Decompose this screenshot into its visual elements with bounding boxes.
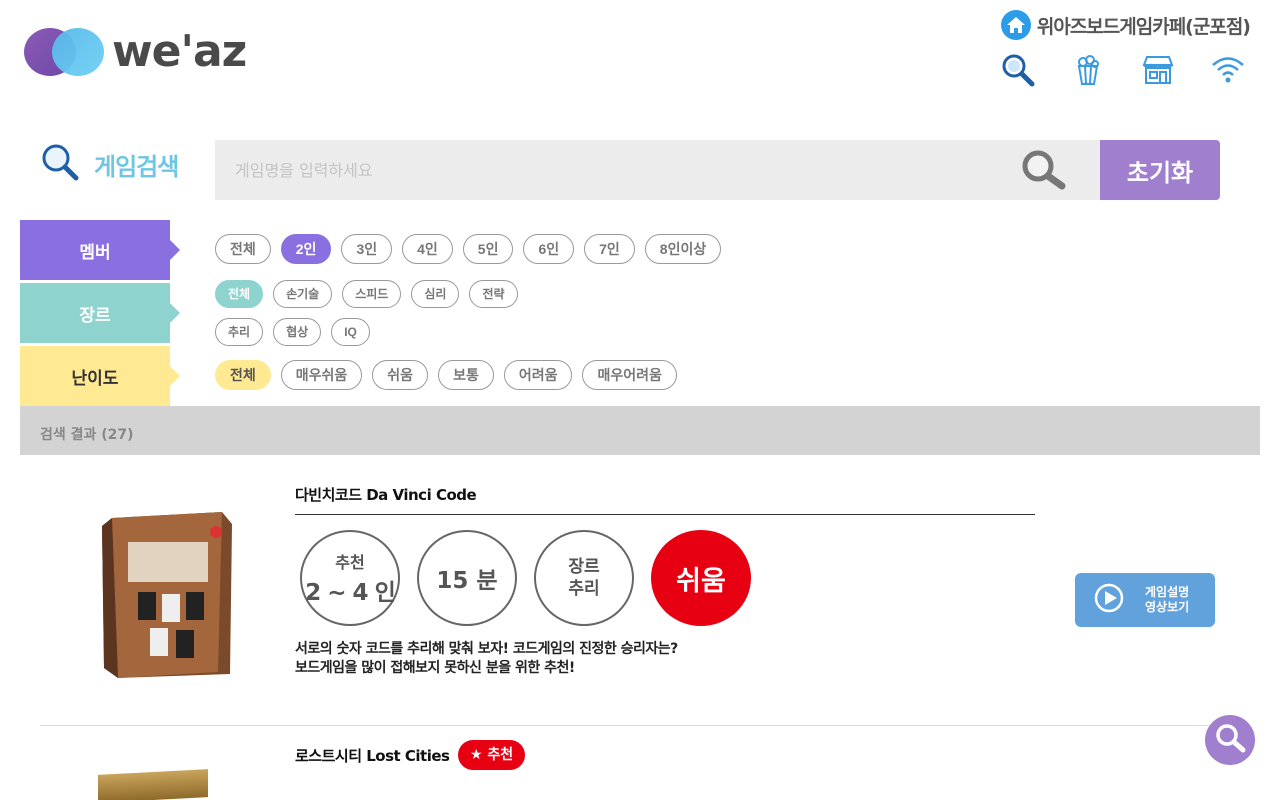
level-value: 쉬움 xyxy=(676,565,726,597)
search-icon[interactable] xyxy=(1000,52,1036,88)
genre-option-psychology[interactable]: 심리 xyxy=(411,280,460,308)
video-button[interactable]: 게임설명 영상보기 xyxy=(1075,573,1215,627)
game-box-image[interactable] xyxy=(98,769,208,800)
magnifier-icon xyxy=(40,142,80,186)
logo-text: we'az xyxy=(112,26,247,77)
time-badge: 15 분 xyxy=(417,530,517,626)
genre-option-strategy[interactable]: 전략 xyxy=(469,280,518,308)
level-option-very-hard[interactable]: 매우어려움 xyxy=(582,360,677,390)
member-option-4[interactable]: 4인 xyxy=(402,234,453,264)
popcorn-icon[interactable] xyxy=(1070,52,1106,88)
genre-options-row2: 추리 협상 IQ xyxy=(215,318,370,346)
member-option-8plus[interactable]: 8인이상 xyxy=(644,234,722,264)
game-box-image[interactable] xyxy=(98,512,236,680)
recommend-badge: ★ 추천 xyxy=(458,740,526,770)
genre-option-deduction[interactable]: 추리 xyxy=(215,318,264,346)
search-submit-icon[interactable] xyxy=(1016,148,1072,192)
result-count: 검색 결과 (27) xyxy=(20,406,1260,455)
reset-button[interactable]: 초기화 xyxy=(1100,140,1220,200)
member-option-6[interactable]: 6인 xyxy=(523,234,575,264)
genre-option-all[interactable]: 전체 xyxy=(215,280,264,308)
member-option-7[interactable]: 7인 xyxy=(584,234,635,264)
logo-circle-blue xyxy=(52,28,104,76)
level-option-very-easy[interactable]: 매우쉬움 xyxy=(280,360,363,390)
game-description: 서로의 숫자 코드를 추리해 맞춰 보자! 코드게임의 진정한 승리자는? 보드… xyxy=(295,640,678,678)
search-label-text: 게임검색 xyxy=(94,152,179,181)
level-option-easy[interactable]: 쉬움 xyxy=(372,360,429,390)
game-description-line2: 보드게임을 많이 접해보지 못하신 분을 위한 추천! xyxy=(295,660,575,676)
search-box xyxy=(215,140,1100,200)
time-value: 15 분 xyxy=(436,568,498,594)
search-input[interactable] xyxy=(215,140,1015,200)
store-name: 위아즈보드게임카페(군포점) xyxy=(1036,15,1251,38)
game-title[interactable]: 다빈치코드 Da Vinci Code xyxy=(295,484,477,505)
logo[interactable]: we'az xyxy=(24,26,254,78)
filter-label-genre: 장르 xyxy=(20,283,180,343)
wifi-icon[interactable] xyxy=(1210,52,1246,88)
member-option-5[interactable]: 5인 xyxy=(462,234,514,264)
video-button-label: 게임설명 영상보기 xyxy=(1145,585,1190,614)
level-options: 전체 매우쉬움 쉬움 보통 어려움 매우어려움 xyxy=(215,360,677,390)
member-option-3[interactable]: 3인 xyxy=(341,234,393,264)
store-icon[interactable] xyxy=(1140,52,1176,88)
level-option-all[interactable]: 전체 xyxy=(215,360,271,390)
genre-badge: 장르 추리 xyxy=(534,530,634,626)
genre-value: 추리 xyxy=(568,579,600,599)
game-title-divider xyxy=(295,514,1035,515)
players-badge: 추천 2 ~ 4 인 xyxy=(300,530,400,626)
genre-option-iq[interactable]: IQ xyxy=(331,318,370,346)
game-description-line1: 서로의 숫자 코드를 추리해 맞춰 보자! 코드게임의 진정한 승리자는? xyxy=(295,641,678,657)
play-icon xyxy=(1093,582,1125,618)
genre-option-negotiation[interactable]: 협상 xyxy=(273,318,322,346)
search-icon xyxy=(1214,722,1246,758)
floating-search-button[interactable] xyxy=(1205,715,1255,765)
genre-options-row1: 전체 손기술 스피드 심리 전략 xyxy=(215,280,518,308)
level-option-normal[interactable]: 보통 xyxy=(438,360,494,390)
search-label: 게임검색 xyxy=(40,142,179,186)
game-divider xyxy=(40,725,1240,726)
store-link[interactable]: 위아즈보드게임카페(군포점) xyxy=(1000,10,1251,40)
game-title[interactable]: 로스트시티 Lost Cities xyxy=(295,745,450,766)
member-option-2[interactable]: 2인 xyxy=(280,234,332,264)
home-icon xyxy=(1000,10,1031,40)
genre-option-speed[interactable]: 스피드 xyxy=(342,280,402,308)
level-badge: 쉬움 xyxy=(651,530,751,626)
top-nav-icons xyxy=(1000,52,1246,88)
players-value: 2 ~ 4 인 xyxy=(305,580,395,606)
filter-label-member: 멤버 xyxy=(20,220,180,280)
level-option-hard[interactable]: 어려움 xyxy=(503,360,573,390)
players-label: 추천 xyxy=(335,553,365,572)
filter-label-level: 난이도 xyxy=(20,346,180,406)
genre-option-dexterity[interactable]: 손기술 xyxy=(273,280,333,308)
member-options: 전체 2인 3인 4인 5인 6인 7인 8인이상 xyxy=(215,234,722,264)
genre-label: 장르 xyxy=(568,557,600,577)
member-option-all[interactable]: 전체 xyxy=(215,234,271,264)
